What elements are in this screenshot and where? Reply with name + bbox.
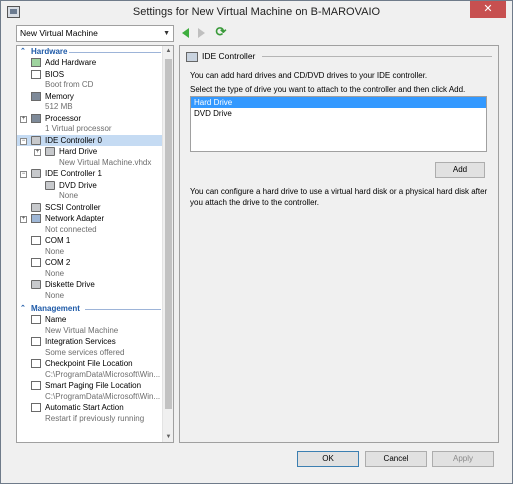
diskette-drive-icon xyxy=(31,280,41,289)
tree-item-dvd-drive[interactable]: DVD Drive xyxy=(17,180,163,192)
tree-item-bios-detail: Boot from CD xyxy=(45,80,94,89)
add-hardware-icon xyxy=(31,58,41,67)
close-button[interactable]: ✕ xyxy=(470,1,506,18)
vm-selector-value: New Virtual Machine xyxy=(20,28,98,38)
apply-button[interactable]: Apply xyxy=(432,451,494,467)
tree-item-hard-drive[interactable]: + Hard Drive xyxy=(17,146,163,158)
tree-item-com1-detail: None xyxy=(45,246,65,256)
automatic-start-icon xyxy=(31,403,41,412)
drive-type-option-dvd-drive[interactable]: DVD Drive xyxy=(191,108,486,119)
tree-item-memory-detail: 512 MB xyxy=(45,102,73,111)
settings-window: Settings for New Virtual Machine on B-MA… xyxy=(0,0,513,484)
tree-item-network-adapter[interactable]: + Network Adapter xyxy=(17,213,163,225)
refresh-icon[interactable]: ⟳ xyxy=(214,25,228,39)
tree-item-automatic-start-action-detail: Restart if previously running xyxy=(45,413,145,423)
settings-tree: ⌃ Hardware Add Hardware BIOS Boot from C… xyxy=(16,45,174,443)
management-section-header[interactable]: ⌃ Management xyxy=(17,303,163,314)
tree-item-smart-paging-location[interactable]: Smart Paging File Location xyxy=(17,380,163,392)
tree-item-ide-controller-1[interactable]: − IDE Controller 1 xyxy=(17,168,163,180)
name-icon xyxy=(31,315,41,324)
tree-item-name-detail: New Virtual Machine xyxy=(45,325,119,335)
tree-item-bios[interactable]: BIOS xyxy=(17,69,163,81)
tree-item-smart-paging-location-detail: C:\ProgramData\Microsoft\Win... xyxy=(45,391,161,401)
tree-item-ide-controller-0[interactable]: − IDE Controller 0 xyxy=(17,134,163,146)
expand-icon[interactable]: + xyxy=(34,149,41,156)
tree-item-hard-drive-detail: New Virtual Machine.vhdx xyxy=(59,157,152,167)
title-bar: Settings for New Virtual Machine on B-MA… xyxy=(1,1,512,23)
collapse-chevron-icon: ⌃ xyxy=(20,48,26,55)
tree-item-com1[interactable]: COM 1 xyxy=(17,235,163,247)
ok-button[interactable]: OK xyxy=(297,451,359,467)
tree-item-add-hardware[interactable]: Add Hardware xyxy=(17,57,163,69)
section-divider xyxy=(85,309,161,310)
tree-item-automatic-start-action[interactable]: Automatic Start Action xyxy=(17,402,163,414)
collapse-chevron-icon: ⌃ xyxy=(20,305,26,312)
tree-item-name[interactable]: Name xyxy=(17,314,163,326)
chevron-down-icon: ▼ xyxy=(163,30,170,37)
bios-icon xyxy=(31,69,41,79)
dvd-drive-icon xyxy=(45,180,55,190)
checkpoint-icon xyxy=(31,359,41,368)
tree-item-com2-detail: None xyxy=(45,268,65,278)
drive-type-option-hard-drive[interactable]: Hard Drive xyxy=(191,97,486,108)
scsi-controller-icon xyxy=(31,202,41,212)
ide-controller-icon xyxy=(31,169,41,178)
scrollbar-thumb[interactable] xyxy=(165,59,172,409)
add-button[interactable]: Add xyxy=(435,162,485,178)
panel-instruction-text: Select the type of drive you want to att… xyxy=(190,85,466,94)
ide-controller-icon xyxy=(186,52,198,62)
panel-note-text: You can configure a hard drive to use a … xyxy=(190,187,488,207)
smart-paging-icon xyxy=(31,381,41,390)
scroll-up-icon[interactable]: ▲ xyxy=(163,46,173,56)
network-adapter-icon xyxy=(31,214,41,223)
tree-item-memory[interactable]: Memory xyxy=(17,91,163,103)
panel-title: IDE Controller xyxy=(202,51,256,61)
com-port-icon xyxy=(31,236,41,245)
tree-item-processor-detail: 1 Virtual processor xyxy=(45,124,112,133)
tree-item-network-adapter-detail: Not connected xyxy=(45,224,97,234)
cancel-button[interactable]: Cancel xyxy=(365,451,427,467)
tree-item-checkpoint-location[interactable]: Checkpoint File Location xyxy=(17,358,163,370)
collapse-icon[interactable]: − xyxy=(20,171,27,178)
tree-item-diskette-drive-detail: None xyxy=(45,290,65,300)
hard-drive-icon xyxy=(45,147,55,156)
forward-arrow-icon[interactable] xyxy=(198,28,205,38)
tree-item-diskette-drive[interactable]: Diskette Drive xyxy=(17,279,163,291)
panel-intro-text: You can add hard drives and CD/DVD drive… xyxy=(190,71,428,80)
tree-item-scsi-controller[interactable]: SCSI Controller xyxy=(17,202,163,214)
collapse-icon[interactable]: − xyxy=(20,137,27,145)
section-divider xyxy=(69,52,161,53)
vm-selector-dropdown[interactable]: New Virtual Machine ▼ xyxy=(16,25,174,42)
scroll-down-icon[interactable]: ▼ xyxy=(163,432,173,442)
integration-services-icon xyxy=(31,337,41,346)
tree-item-checkpoint-location-detail: C:\ProgramData\Microsoft\Win... xyxy=(45,369,161,379)
panel-divider xyxy=(262,56,492,57)
tree-scrollbar[interactable]: ▲ ▼ xyxy=(162,46,173,442)
com-port-icon xyxy=(31,258,41,267)
tree-item-integration-services[interactable]: Integration Services xyxy=(17,336,163,348)
expand-icon[interactable]: + xyxy=(20,216,27,223)
tree-item-integration-services-detail: Some services offered xyxy=(45,347,125,357)
tree-item-processor[interactable]: + Processor xyxy=(17,113,163,125)
hardware-section-header[interactable]: ⌃ Hardware xyxy=(17,46,163,57)
back-arrow-icon[interactable] xyxy=(182,28,189,38)
memory-icon xyxy=(31,91,41,101)
ide-controller-panel: IDE Controller You can add hard drives a… xyxy=(179,45,499,443)
drive-type-listbox[interactable]: Hard Drive DVD Drive xyxy=(190,96,487,152)
processor-icon xyxy=(31,113,41,123)
ide-controller-icon xyxy=(31,135,41,145)
tree-item-dvd-drive-detail: None xyxy=(59,191,79,200)
tree-item-com2[interactable]: COM 2 xyxy=(17,257,163,269)
expand-icon[interactable]: + xyxy=(20,115,27,123)
window-title: Settings for New Virtual Machine on B-MA… xyxy=(132,6,381,18)
